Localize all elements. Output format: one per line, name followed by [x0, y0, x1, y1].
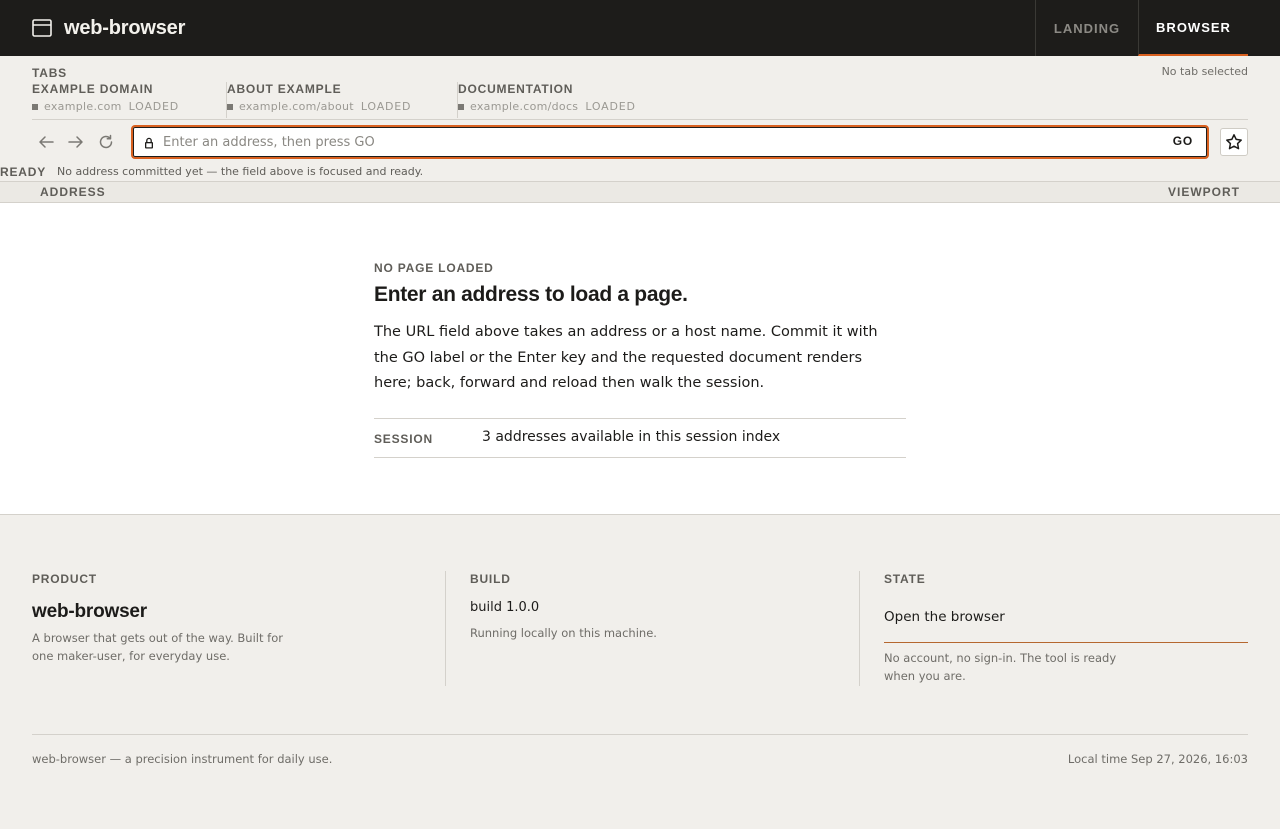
footer-local-time: Local time Sep 27, 2026, 16:03: [1067, 752, 1248, 766]
address-label: ADDRESS: [40, 185, 106, 199]
viewport-label: VIEWPORT: [1167, 185, 1240, 199]
tab-url: example.com/docs: [470, 100, 579, 113]
go-button[interactable]: GO: [1173, 134, 1193, 148]
footer-product: PRODUCT web-browser A browser that gets …: [32, 571, 445, 686]
tab-documentation[interactable]: DOCUMENTATION example.com/docs LOADED: [457, 82, 657, 118]
tab-state: LOADED: [585, 100, 636, 113]
tab-meta: example.com LOADED: [32, 100, 226, 113]
open-browser-link[interactable]: Open the browser: [884, 609, 1248, 643]
tab-status-dot: [227, 103, 233, 110]
footer-build: BUILD build 1.0.0 Running locally on thi…: [445, 571, 859, 686]
star-icon: [1226, 134, 1242, 150]
nav-tab-landing[interactable]: LANDING: [1035, 0, 1138, 56]
footer-product-desc-1: A browser that gets out of the way. Buil…: [32, 631, 283, 645]
tab-about-example[interactable]: ABOUT EXAMPLE example.com/about LOADED: [226, 82, 457, 118]
tab-state: LOADED: [360, 100, 412, 113]
tab-status-dot: [32, 103, 38, 110]
tab-title: ABOUT EXAMPLE: [227, 82, 342, 96]
reload-icon: [99, 134, 113, 149]
session-row: SESSION 3 addresses available in this se…: [374, 418, 906, 458]
footer-product-name: web-browser: [32, 601, 147, 622]
forward-button[interactable]: [65, 131, 87, 153]
section-label-bar: ADDRESS VIEWPORT: [0, 181, 1280, 203]
forward-arrow-icon: [68, 136, 83, 148]
tab-url: example.com: [44, 100, 122, 113]
session-key: SESSION: [374, 432, 433, 446]
tab-title: EXAMPLE DOMAIN: [32, 82, 154, 96]
footer-state-desc-2: when you are.: [884, 669, 966, 683]
address-bar[interactable]: GO: [131, 125, 1209, 159]
footer-tagline: web-browser — a precision instrument for…: [32, 752, 333, 766]
tab-state: LOADED: [128, 100, 180, 113]
viewport-eyebrow: NO PAGE LOADED: [374, 261, 494, 275]
back-button[interactable]: [35, 131, 57, 153]
viewport-title: Enter an address to load a page.: [374, 283, 688, 306]
browser-window-icon: [32, 19, 52, 37]
tab-meta: example.com/docs LOADED: [458, 100, 657, 113]
footer-state-heading: STATE: [884, 572, 926, 586]
footer-build-desc: Running locally on this machine.: [470, 626, 657, 640]
footer-product-heading: PRODUCT: [32, 572, 97, 586]
tabs-divider: [32, 119, 1248, 120]
top-bar: web-browser LANDING BROWSER: [0, 0, 1280, 56]
tab-url: example.com/about: [239, 100, 354, 113]
address-input[interactable]: [163, 130, 1143, 154]
brand[interactable]: web-browser: [32, 16, 185, 40]
tab-status-dot: [458, 103, 464, 110]
footer-state-desc-1: No account, no sign-in. The tool is read…: [884, 651, 1117, 665]
viewport: NO PAGE LOADED Enter an address to load …: [0, 203, 1280, 515]
reload-button[interactable]: [95, 131, 117, 153]
footer-divider: [32, 734, 1248, 735]
footer-build-heading: BUILD: [470, 572, 511, 586]
tab-example-domain[interactable]: EXAMPLE DOMAIN example.com LOADED: [32, 82, 226, 118]
footer-product-desc-2: one maker-user, for everyday use.: [32, 649, 230, 663]
back-arrow-icon: [39, 136, 54, 148]
status-text: No address committed yet — the field abo…: [57, 165, 424, 178]
tabs-heading: TABS: [32, 66, 67, 80]
lock-icon: [145, 137, 153, 149]
session-value: 3 addresses available in this session in…: [482, 429, 781, 445]
bookmark-button[interactable]: [1220, 128, 1248, 156]
tab-title: DOCUMENTATION: [458, 82, 574, 96]
tabs-status: No tab selected: [1161, 65, 1248, 78]
viewport-description: The URL field above takes an address or …: [374, 324, 878, 391]
nav-tab-browser[interactable]: BROWSER: [1138, 0, 1248, 56]
status-label: READY: [0, 165, 47, 179]
footer-state: STATE Open the browser No account, no si…: [859, 571, 1248, 686]
tab-meta: example.com/about LOADED: [227, 100, 457, 113]
brand-name: web-browser: [64, 16, 186, 39]
footer-build-version: build 1.0.0: [470, 600, 540, 615]
